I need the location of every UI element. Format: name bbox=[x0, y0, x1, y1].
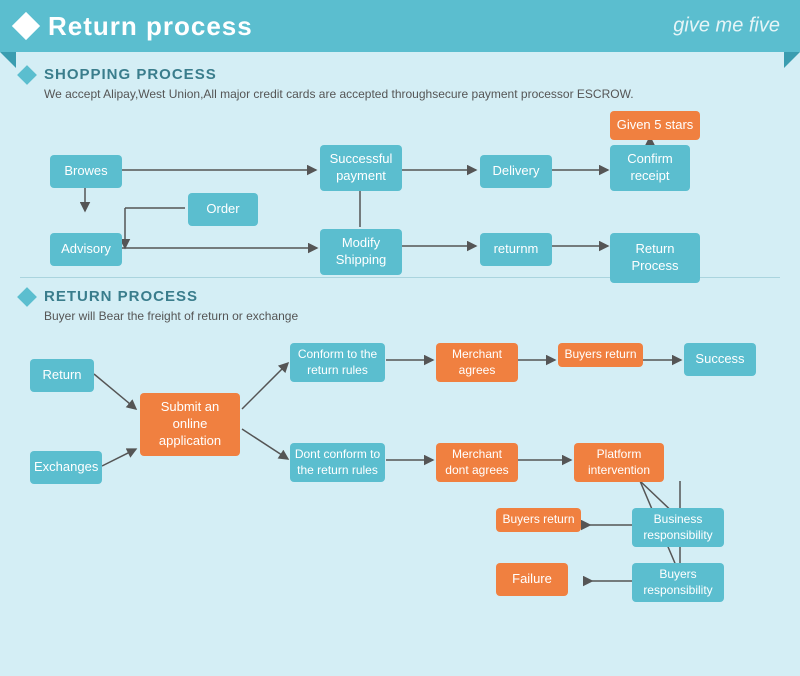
successful-payment-box: Successful payment bbox=[320, 145, 402, 191]
return-process-box: Return Process bbox=[610, 233, 700, 283]
advisory-box: Advisory bbox=[50, 233, 122, 266]
return-section-header: RETURN PROCESS bbox=[20, 288, 780, 305]
buyers-return1-box: Buyers return bbox=[558, 343, 643, 367]
browes-box: Browes bbox=[50, 155, 122, 188]
modify-shipping-box: Modify Shipping bbox=[320, 229, 402, 275]
submit-box: Submit an online application bbox=[140, 393, 240, 456]
shopping-title: SHOPPING PROCESS bbox=[44, 66, 217, 83]
buyers-return2-box: Buyers return bbox=[496, 508, 581, 532]
ribbon-right-icon bbox=[784, 52, 800, 68]
return-box: Return bbox=[30, 359, 94, 392]
ribbon-left-icon bbox=[0, 52, 16, 68]
merchant-dont-box: Merchant dont agrees bbox=[436, 443, 518, 482]
confirm-receipt-box: Confirm receipt bbox=[610, 145, 690, 191]
logo-text: give me five bbox=[673, 15, 780, 38]
page-title: Return process bbox=[48, 11, 253, 42]
header: Return process give me five bbox=[0, 0, 800, 52]
given-5stars-box: Given 5 stars bbox=[610, 111, 700, 140]
merchant-agrees-box: Merchant agrees bbox=[436, 343, 518, 382]
return-flow: Return Exchanges Submit an online applic… bbox=[20, 333, 780, 603]
shopping-desc: We accept Alipay,West Union,All major cr… bbox=[20, 87, 780, 101]
return-title: RETURN PROCESS bbox=[44, 288, 198, 305]
platform-box: Platform intervention bbox=[574, 443, 664, 482]
header-diamond-icon bbox=[12, 12, 40, 40]
exchanges-box: Exchanges bbox=[30, 451, 102, 484]
success-box: Success bbox=[684, 343, 756, 376]
delivery-box: Delivery bbox=[480, 155, 552, 188]
conform-box: Conform to the return rules bbox=[290, 343, 385, 382]
order-box: Order bbox=[188, 193, 258, 226]
dont-conform-box: Dont conform to the return rules bbox=[290, 443, 385, 482]
failure-box: Failure bbox=[496, 563, 568, 596]
return-desc: Buyer will Bear the freight of return or… bbox=[20, 309, 780, 323]
shopping-diamond-icon bbox=[17, 65, 37, 85]
shopping-section-header: SHOPPING PROCESS bbox=[20, 66, 780, 83]
returnm-box: returnm bbox=[480, 233, 552, 266]
biz-responsibility-box: Business responsibility bbox=[632, 508, 724, 547]
shopping-flow: Browes Order Advisory Modify Shipping Su… bbox=[20, 111, 780, 271]
return-diamond-icon bbox=[17, 287, 37, 307]
content-area: SHOPPING PROCESS We accept Alipay,West U… bbox=[0, 52, 800, 625]
buyers-responsibility-box: Buyers responsibility bbox=[632, 563, 724, 602]
